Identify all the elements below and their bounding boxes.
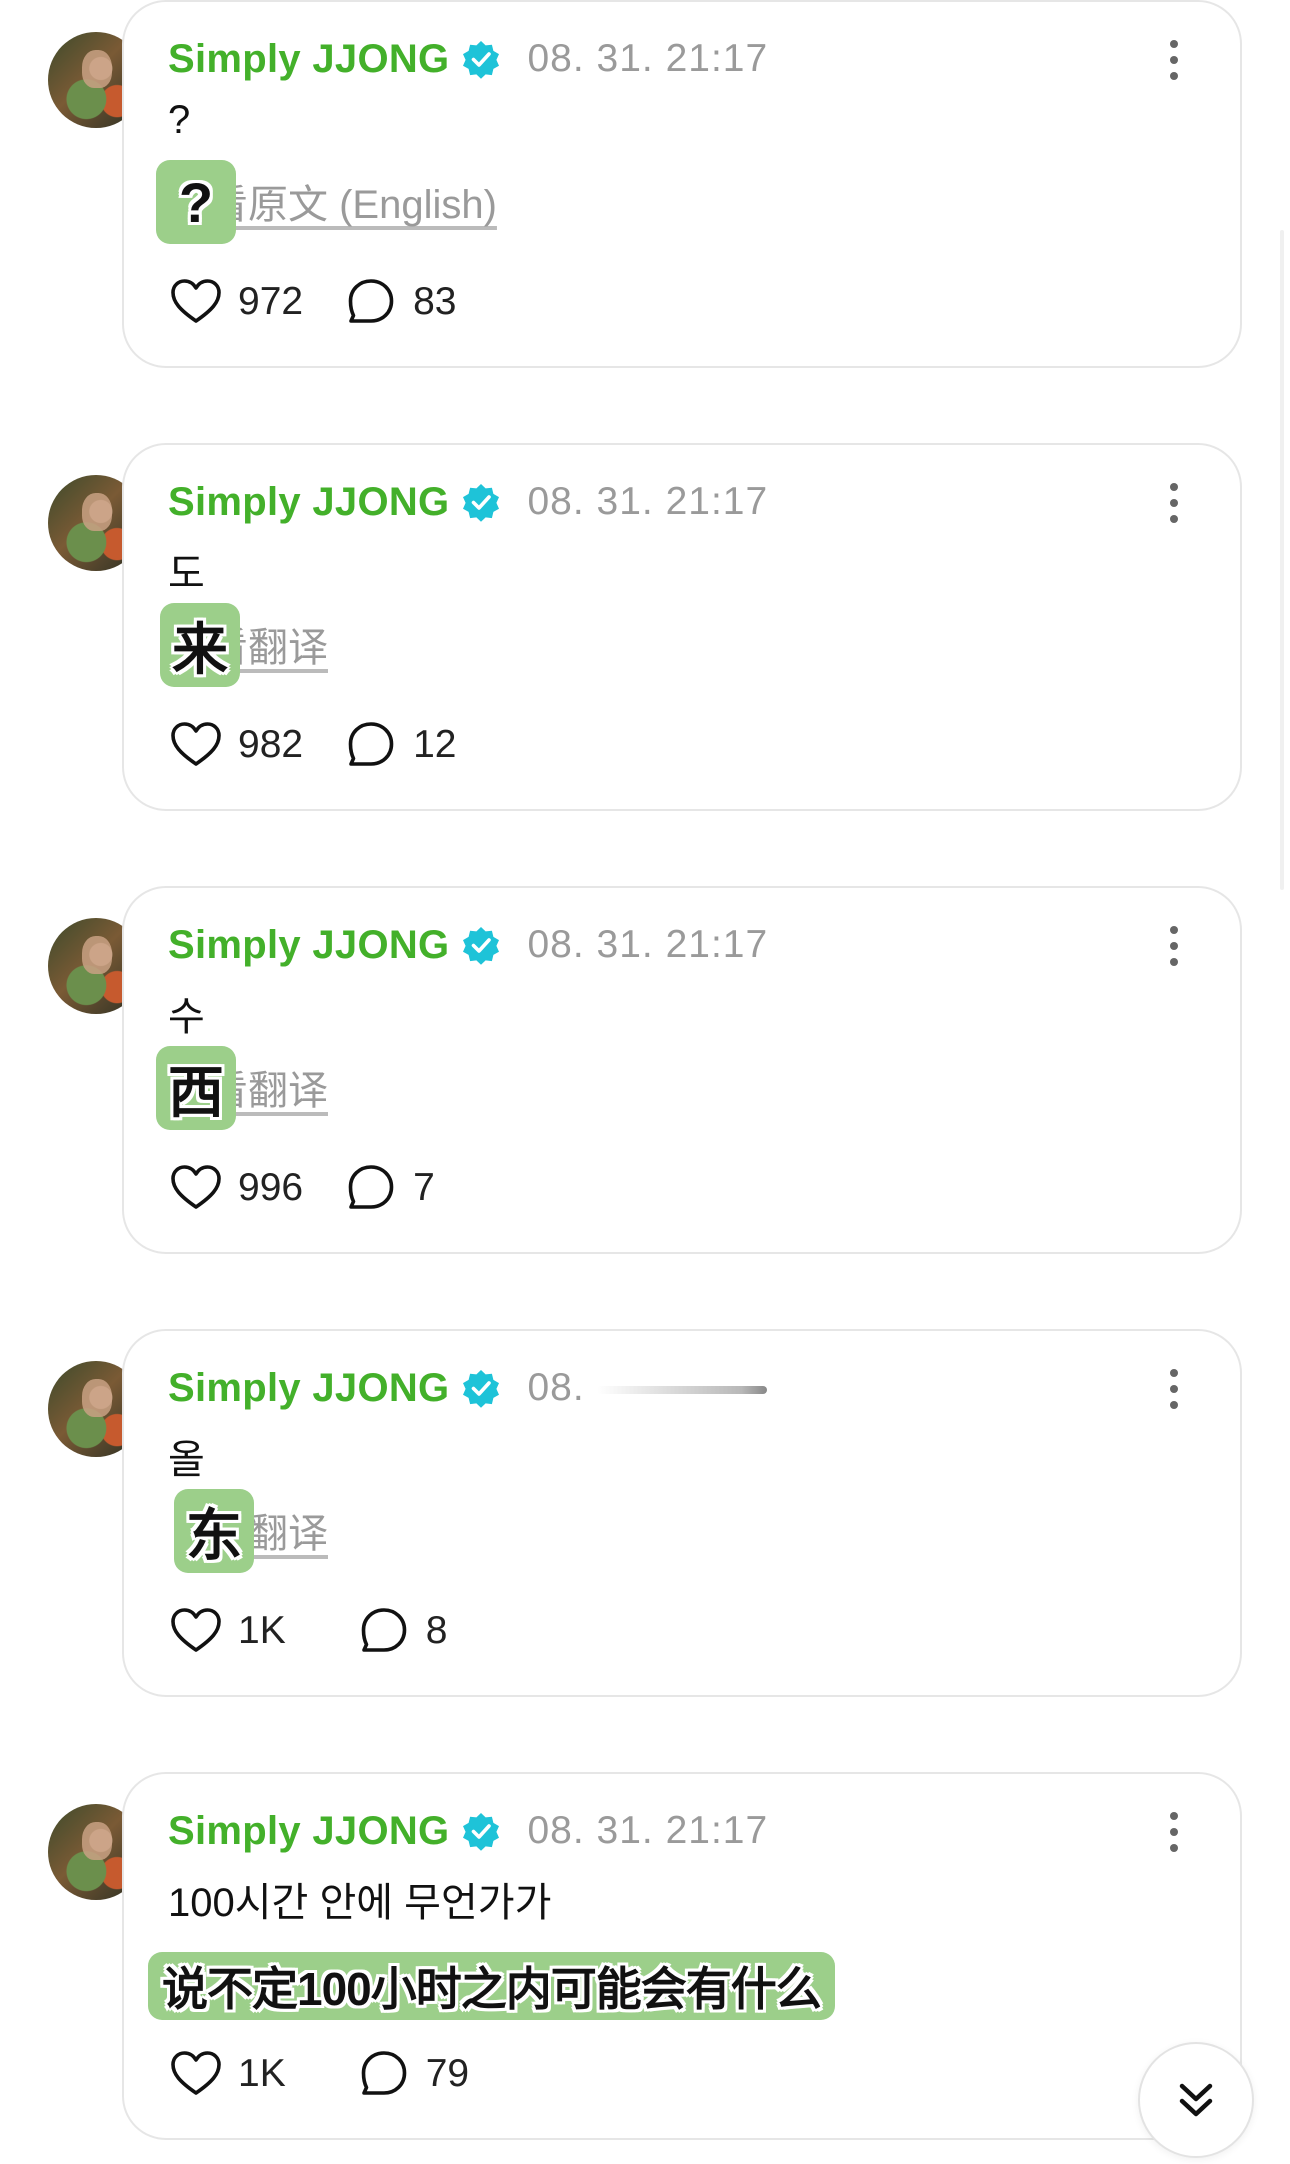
comment-button[interactable]: 12 [343, 717, 456, 773]
post: Simply JJONG 08. 31. 21:17 ? 看原文 (Englis… [0, 0, 1290, 370]
heart-icon [171, 279, 221, 323]
post-text: ? [168, 98, 191, 142]
more-vertical-icon[interactable] [1156, 1808, 1192, 1856]
heart-icon [171, 722, 221, 766]
post-text: 100시간 안에 무언가가 [168, 1881, 552, 1925]
more-vertical-icon[interactable] [1156, 922, 1192, 970]
post-actions: 1K 8 [168, 1601, 447, 1661]
comment-bubble-icon [348, 279, 394, 323]
post: Simply JJONG 08. 31. 21:17 100시간 안에 무언가가… [0, 1772, 1290, 2142]
post-header: Simply JJONG 08. [168, 1363, 767, 1413]
post-header: Simply JJONG 08. 31. 21:17 [168, 477, 768, 527]
comment-button[interactable]: 8 [356, 1603, 448, 1659]
comment-count: 12 [413, 723, 457, 766]
caption-sticker: 西 [156, 1046, 236, 1130]
thread-feed: Simply JJONG 08. 31. 21:17 ? 看原文 (Englis… [0, 0, 1290, 2164]
comment-button[interactable]: 79 [356, 2046, 469, 2102]
scrollbar[interactable] [1280, 230, 1284, 890]
verified-badge-icon [463, 1813, 500, 1851]
post-actions: 1K 79 [168, 2044, 469, 2104]
like-button[interactable]: 1K [168, 1603, 286, 1659]
like-count: 972 [238, 280, 304, 323]
translate-link[interactable]: 看原文 (English) [208, 172, 497, 230]
scroll-down-button[interactable] [1138, 2042, 1254, 2158]
double-chevron-down-icon [1179, 2083, 1213, 2117]
comment-bubble-icon [361, 2051, 407, 2095]
heart-icon [171, 1165, 221, 1209]
caption-sticker: 东 [174, 1489, 254, 1573]
heart-icon [171, 2051, 221, 2095]
caption-sticker: ? [156, 160, 236, 244]
post: Simply JJONG 08. 31. 21:17 수 看翻译 西 996 7 [0, 886, 1290, 1256]
more-vertical-icon[interactable] [1156, 36, 1192, 84]
post: Simply JJONG 08. 올 看翻译 东 1K 8 [0, 1329, 1290, 1699]
post-text: 도 [168, 552, 205, 596]
username[interactable]: Simply JJONG [168, 1809, 449, 1854]
timestamp: 08. 31. 21:17 [527, 37, 769, 80]
verified-badge-icon [463, 41, 500, 79]
like-count: 996 [238, 1166, 304, 1209]
caption-sticker: 来 [160, 603, 240, 687]
like-count: 1K [238, 1609, 286, 1652]
like-count: 982 [238, 723, 304, 766]
timestamp: 08. 31. 21:17 [527, 1809, 769, 1852]
comment-count: 79 [425, 2052, 470, 2095]
comment-bubble-icon [348, 1165, 394, 1209]
timestamp: 08. [527, 1366, 585, 1409]
like-count: 1K [238, 2052, 286, 2095]
post-header: Simply JJONG 08. 31. 21:17 [168, 920, 768, 970]
post-header: Simply JJONG 08. 31. 21:17 [168, 1806, 768, 1856]
comment-count: 7 [413, 1166, 435, 1209]
verified-badge-icon [463, 1370, 500, 1408]
post-text: 수 [168, 995, 205, 1039]
post-actions: 996 7 [168, 1158, 435, 1218]
more-vertical-icon[interactable] [1156, 1365, 1192, 1413]
like-button[interactable]: 972 [168, 274, 303, 330]
like-button[interactable]: 982 [168, 717, 303, 773]
comment-button[interactable]: 7 [343, 1160, 435, 1216]
post-actions: 972 83 [168, 272, 456, 332]
like-button[interactable]: 996 [168, 1160, 303, 1216]
username[interactable]: Simply JJONG [168, 1366, 449, 1411]
caption-sticker: 说不定100小时之内可能会有什么 [148, 1952, 835, 2020]
comment-bubble-icon [361, 1608, 407, 1652]
post-header: Simply JJONG 08. 31. 21:17 [168, 34, 768, 84]
like-button[interactable]: 1K [168, 2046, 286, 2102]
post: Simply JJONG 08. 31. 21:17 도 看翻译 来 982 1 [0, 443, 1290, 813]
timestamp-redaction [596, 1386, 767, 1394]
verified-badge-icon [463, 927, 500, 965]
timestamp: 08. 31. 21:17 [527, 923, 769, 966]
username[interactable]: Simply JJONG [168, 480, 449, 525]
username[interactable]: Simply JJONG [168, 37, 449, 82]
comment-bubble-icon [348, 722, 394, 766]
comment-count: 83 [413, 280, 457, 323]
post-text: 올 [168, 1438, 205, 1482]
timestamp: 08. 31. 21:17 [527, 480, 769, 523]
verified-badge-icon [463, 484, 500, 522]
username[interactable]: Simply JJONG [168, 923, 449, 968]
comment-count: 8 [425, 1609, 448, 1652]
heart-icon [171, 1608, 221, 1652]
post-actions: 982 12 [168, 715, 456, 775]
comment-button[interactable]: 83 [343, 274, 456, 330]
more-vertical-icon[interactable] [1156, 479, 1192, 527]
